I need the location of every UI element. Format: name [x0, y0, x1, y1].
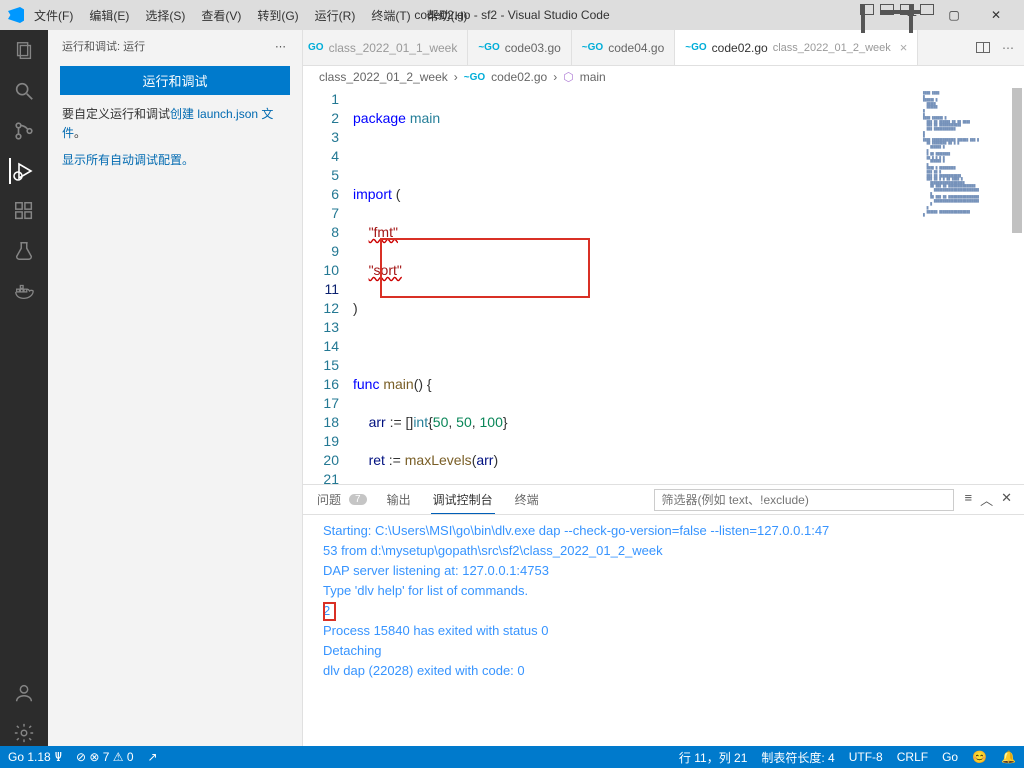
go-file-icon: ~GO [582, 42, 603, 53]
menu-file[interactable]: 文件(F) [28, 3, 79, 28]
status-feedback-icon[interactable]: 😊 [972, 750, 987, 764]
settings-icon[interactable] [11, 720, 37, 746]
maximize-button[interactable]: ▢ [934, 1, 974, 29]
account-icon[interactable] [11, 680, 37, 706]
chevron-up-icon[interactable]: ︿ [980, 490, 993, 509]
tab-label: code04.go [608, 41, 664, 55]
console-line: DAP server listening at: 127.0.0.1:4753 [323, 561, 1010, 581]
problems-count-badge: 7 [349, 494, 367, 505]
menu-terminal[interactable]: 终端(T) [365, 3, 416, 28]
tab-sublabel: class_2022_01_2_week [773, 42, 891, 54]
console-line: Detaching [323, 641, 1010, 661]
menu-view[interactable]: 查看(V) [195, 3, 247, 28]
status-language[interactable]: Go [942, 750, 958, 764]
window-title: code02.go - sf2 - Visual Studio Code [414, 8, 609, 22]
panel-tab-output[interactable]: 输出 [385, 486, 413, 513]
split-editor-icon[interactable] [976, 42, 990, 53]
filter-input[interactable] [654, 489, 954, 511]
console-line: Starting: C:\Users\MSI\go\bin\dlv.exe da… [323, 521, 1010, 541]
tab-code02-active[interactable]: ~GO code02.go class_2022_01_2_week × [675, 30, 918, 65]
tab-more-icon[interactable]: ⋯ [1002, 41, 1014, 55]
menu-edit[interactable]: 编辑(E) [83, 3, 135, 28]
console-line: 53 from d:\mysetup\gopath\src\sf2\class_… [323, 541, 1010, 561]
status-cursor-pos[interactable]: 行 11，列 21 [679, 749, 747, 766]
layout-grid-icon[interactable] [920, 4, 934, 15]
docker-icon[interactable] [11, 278, 37, 304]
breadcrumb-folder[interactable]: class_2022_01_2_week [319, 70, 448, 84]
console-output: 2 [323, 601, 1010, 621]
status-bell-icon[interactable]: 🔔 [1001, 750, 1016, 764]
menu-select[interactable]: 选择(S) [139, 3, 191, 28]
code-editor[interactable]: 123 456 789 101112 131415 161718 192021 … [303, 88, 920, 484]
console-line: Type 'dlv help' for list of commands. [323, 581, 1010, 601]
sidebar-run-debug: 运行和调试: 运行 ⋯ 运行和调试 要自定义运行和调试创建 launch.jso… [48, 30, 303, 746]
close-panel-icon[interactable]: ✕ [1001, 490, 1012, 509]
activity-bar [0, 30, 48, 746]
testing-icon[interactable] [11, 238, 37, 264]
explorer-icon[interactable] [11, 38, 37, 64]
status-diagnostics[interactable]: ⊘ ⊗ 7 ⚠ 0 [76, 750, 134, 764]
sidebar-more-icon[interactable]: ⋯ [275, 40, 288, 53]
go-file-icon: ~GO [685, 42, 706, 53]
sidebar-title: 运行和调试: 运行 [62, 38, 145, 54]
close-button[interactable]: ✕ [976, 1, 1016, 29]
run-debug-icon[interactable] [9, 158, 37, 184]
tab-label: code02.go [712, 41, 768, 55]
status-indent[interactable]: 制表符长度: 4 [761, 749, 834, 766]
symbol-icon: ⬡ [563, 70, 573, 84]
bottom-panel: 问题 7 输出 调试控制台 终端 ≡ ︿ ✕ Starting: C:\User… [303, 484, 1024, 746]
panel-left-icon[interactable] [860, 4, 874, 15]
editor-tabs: GO class_2022_01_1_week ~GO code03.go ~G… [303, 30, 1024, 66]
minimap[interactable]: ████ ████ █ ██████ █ █████ ██████ █ █ ██… [920, 88, 1012, 484]
menu-run[interactable]: 运行(R) [309, 3, 362, 28]
panel-bottom-icon[interactable] [880, 4, 894, 15]
run-debug-button[interactable]: 运行和调试 [60, 66, 290, 95]
console-line: dlv dap (22028) exited with code: 0 [323, 661, 1010, 681]
panel-tab-terminal[interactable]: 终端 [513, 486, 541, 513]
code-content[interactable]: package main import ( "fmt" "sort" ) fun… [353, 88, 920, 484]
panel-tab-debug-console[interactable]: 调试控制台 [431, 486, 495, 514]
sidebar-hint: 要自定义运行和调试创建 launch.json 文件。 [48, 105, 302, 151]
tab-label: class_2022_01_1_week [329, 41, 458, 55]
tab-close-icon[interactable]: × [896, 40, 908, 55]
tab-code04[interactable]: ~GO code04.go [572, 30, 675, 65]
scm-icon[interactable] [11, 118, 37, 144]
tab-cropped[interactable]: GO class_2022_01_1_week [303, 30, 468, 65]
debug-console[interactable]: Starting: C:\Users\MSI\go\bin\dlv.exe da… [303, 515, 1024, 746]
vscode-logo-icon [8, 7, 24, 23]
breadcrumb[interactable]: class_2022_01_2_week› ~GO code02.go› ⬡ m… [303, 66, 1024, 88]
menu-goto[interactable]: 转到(G) [251, 3, 304, 28]
status-share-icon[interactable]: ↗ [148, 750, 158, 764]
breadcrumb-file[interactable]: code02.go [491, 70, 547, 84]
go-file-icon: ~GO [478, 42, 499, 53]
line-gutter: 123 456 789 101112 131415 161718 192021 [303, 88, 353, 484]
tab-label: code03.go [505, 41, 561, 55]
title-bar: 文件(F) 编辑(E) 选择(S) 查看(V) 转到(G) 运行(R) 终端(T… [0, 0, 1024, 30]
status-eol[interactable]: CRLF [897, 750, 928, 764]
clear-console-icon[interactable]: ≡ [964, 490, 972, 509]
tab-code03[interactable]: ~GO code03.go [468, 30, 571, 65]
scrollbar-thumb[interactable] [1012, 88, 1022, 233]
extensions-icon[interactable] [11, 198, 37, 224]
go-file-icon: ~GO [464, 72, 485, 83]
status-go-version[interactable]: Go 1.18 Ψ [8, 750, 62, 764]
go-file-icon: GO [308, 42, 324, 53]
breadcrumb-symbol[interactable]: main [580, 70, 606, 84]
show-auto-configs-link[interactable]: 显示所有自动调试配置。 [62, 153, 194, 167]
panel-right-icon[interactable] [900, 4, 914, 15]
panel-tab-problems[interactable]: 问题 [315, 486, 343, 513]
status-bar: Go 1.18 Ψ ⊘ ⊗ 7 ⚠ 0 ↗ 行 11，列 21 制表符长度: 4… [0, 746, 1024, 768]
status-encoding[interactable]: UTF-8 [849, 750, 883, 764]
search-icon[interactable] [11, 78, 37, 104]
vertical-scrollbar[interactable] [1012, 88, 1024, 484]
highlight-box [323, 602, 336, 621]
console-line: Process 15840 has exited with status 0 [323, 621, 1010, 641]
